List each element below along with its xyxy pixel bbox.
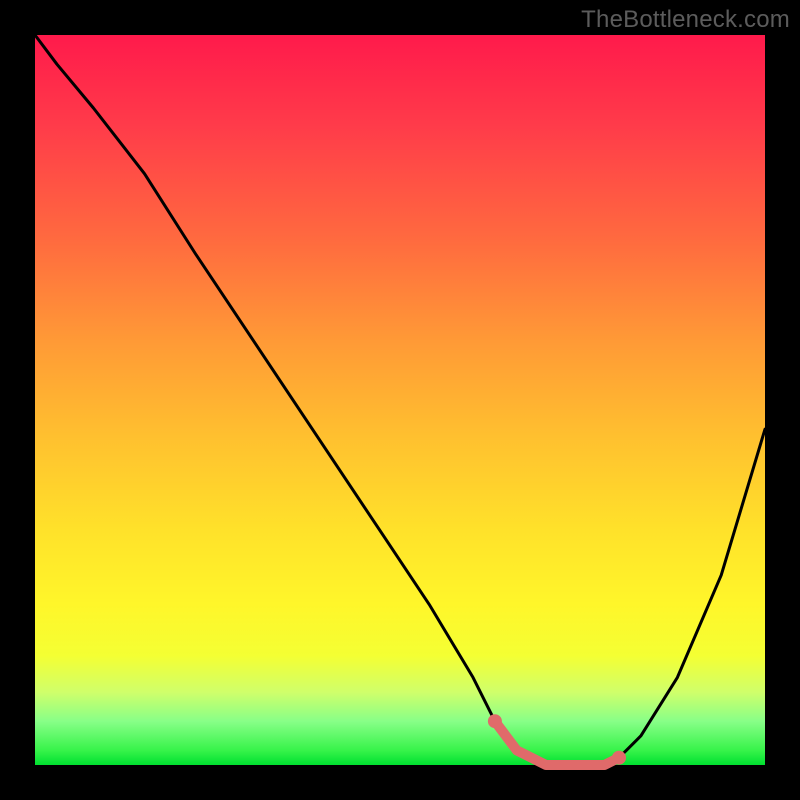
highlight-segment <box>495 721 619 765</box>
highlight-start-dot <box>488 714 502 728</box>
chart-frame: TheBottleneck.com <box>0 0 800 800</box>
main-curve <box>35 35 765 765</box>
highlight-end-dot <box>612 751 626 765</box>
chart-overlay <box>35 35 765 765</box>
watermark-text: TheBottleneck.com <box>581 6 790 34</box>
